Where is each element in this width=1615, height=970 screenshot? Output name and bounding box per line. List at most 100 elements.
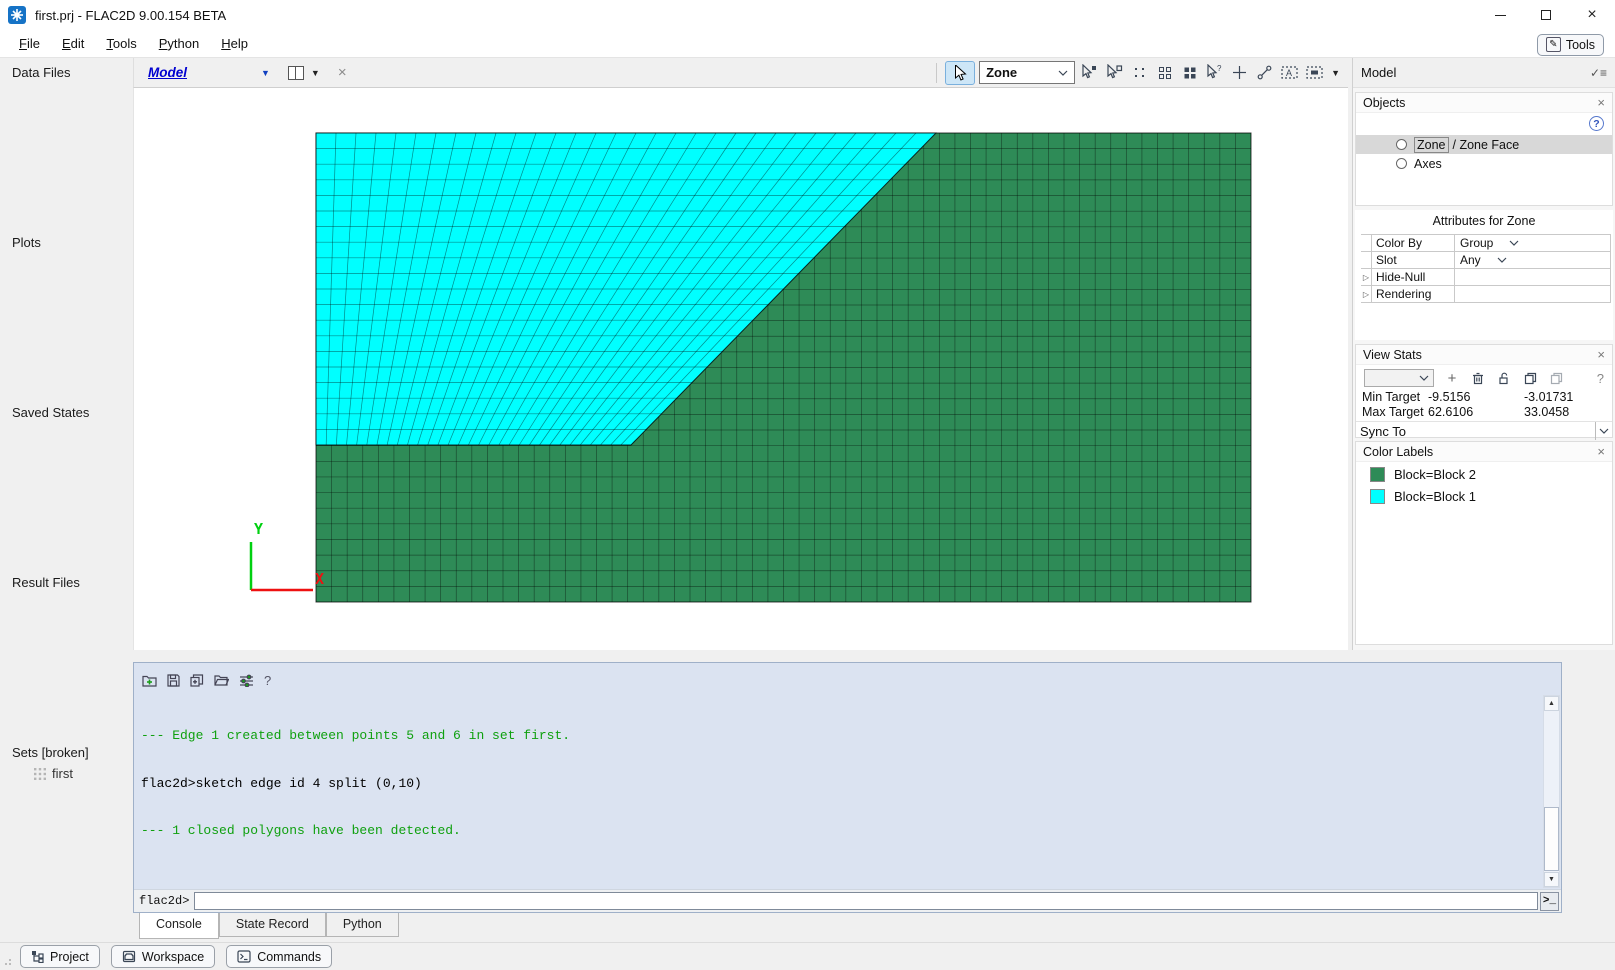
resolution-large-icon[interactable] [1179, 62, 1200, 83]
sidebar-item-plots[interactable]: Plots [12, 235, 41, 250]
pen-icon: ✎ [1546, 37, 1561, 52]
hide-null-value[interactable] [1455, 269, 1611, 285]
project-button[interactable]: Project [20, 945, 100, 968]
object-item-zone[interactable]: Zone / Zone Face [1356, 135, 1612, 154]
sets-item-first[interactable]: first [34, 766, 73, 781]
menu-help[interactable]: Help [214, 32, 255, 55]
checklist-icon[interactable]: ✓≡ [1590, 66, 1607, 80]
model-tab[interactable]: Model [148, 65, 187, 80]
tab-console[interactable]: Console [139, 913, 219, 939]
sidebar-item-saved-states[interactable]: Saved States [12, 405, 89, 420]
select-cursor-button[interactable] [945, 61, 975, 85]
rendering-value[interactable] [1455, 286, 1611, 302]
measure-link-icon[interactable] [1254, 62, 1275, 83]
view-stats-title: View Stats [1363, 348, 1422, 362]
menu-file[interactable]: File [12, 32, 47, 55]
color-labels-section: Color Labels × Block=Block 2 Block=Block… [1355, 441, 1613, 645]
center-view-icon[interactable] [1229, 62, 1250, 83]
view-toolbar: Zone ? A ▼ [936, 61, 1348, 85]
legend-label: Block=Block 2 [1394, 467, 1476, 482]
scrollbar-thumb[interactable] [1544, 807, 1559, 871]
zone-mode-select[interactable]: Zone [979, 61, 1075, 84]
legend-item: Block=Block 1 [1356, 486, 1612, 506]
split-dropdown-icon[interactable]: ▼ [311, 68, 320, 78]
axes-radio[interactable] [1396, 158, 1407, 169]
sidebar-item-result-files[interactable]: Result Files [12, 575, 80, 590]
command-input[interactable] [194, 892, 1538, 910]
model-viewport[interactable]: Y X [133, 88, 1348, 650]
title-bar: first.prj - FLAC2D 9.00.154 BETA × [0, 0, 1615, 30]
split-view-icon[interactable] [288, 66, 304, 80]
copy-add-icon[interactable] [190, 674, 204, 687]
objects-help-icon[interactable]: ? [1589, 116, 1604, 131]
tools-button[interactable]: ✎ Tools [1537, 34, 1604, 56]
toolbar-overflow-icon[interactable]: ▼ [1331, 68, 1340, 78]
tab-list-dropdown-icon[interactable]: ▼ [261, 68, 270, 78]
commands-button[interactable]: Commands [226, 945, 332, 968]
resolution-small-icon[interactable] [1129, 62, 1150, 83]
objects-close-icon[interactable]: × [1597, 95, 1605, 110]
menu-edit[interactable]: Edit [55, 32, 91, 55]
console-line: flac2d>sketch edge id 4 split (0,10) [141, 776, 1537, 792]
close-button[interactable]: × [1569, 0, 1615, 30]
copy-icon[interactable] [1522, 370, 1538, 386]
max-target-value-1: 62.6106 [1428, 405, 1524, 419]
zone-radio[interactable] [1396, 139, 1407, 150]
axes-triad [251, 542, 313, 590]
sync-to-select[interactable] [1595, 422, 1612, 440]
left-sidebar: Data Files Plots Saved States Result Fil… [0, 58, 131, 942]
rendering-expander-icon[interactable]: ▷ [1361, 286, 1371, 302]
menu-python[interactable]: Python [152, 32, 206, 55]
save-icon[interactable] [167, 674, 180, 687]
view-stats-close-icon[interactable]: × [1597, 347, 1605, 362]
close-tab-icon[interactable]: × [338, 64, 347, 81]
tab-state-record[interactable]: State Record [219, 913, 326, 937]
tools-button-label: Tools [1566, 38, 1595, 52]
color-labels-close-icon[interactable]: × [1597, 444, 1605, 459]
y-axis-label: Y [254, 520, 263, 538]
tab-python[interactable]: Python [326, 913, 399, 937]
console-output: --- Edge 1 created between points 5 and … [141, 697, 1537, 862]
slot-select[interactable]: Any [1455, 252, 1611, 268]
minimize-button[interactable] [1477, 0, 1523, 30]
console-help-icon[interactable]: ? [264, 673, 271, 688]
console-line: --- Edge 1 created between points 5 and … [141, 728, 1537, 744]
table-row: Color By Group [1361, 235, 1611, 252]
select-box-icon[interactable] [1104, 62, 1125, 83]
resolution-medium-icon[interactable] [1154, 62, 1175, 83]
select-new-icon[interactable] [1079, 62, 1100, 83]
delete-stat-icon[interactable] [1470, 370, 1486, 386]
workspace-button[interactable]: Workspace [111, 945, 215, 968]
text-annotation-icon[interactable]: A [1279, 62, 1300, 83]
object-item-axes[interactable]: Axes [1356, 154, 1612, 173]
console-scrollbar[interactable]: ▲ ▼ [1543, 695, 1560, 888]
paste-icon[interactable] [1548, 370, 1564, 386]
menu-tools[interactable]: Tools [99, 32, 143, 55]
svg-text:A: A [1286, 68, 1292, 78]
run-command-button[interactable]: >_ [1540, 892, 1559, 911]
open-folder-icon[interactable] [214, 674, 229, 686]
add-stat-icon[interactable]: + [1444, 370, 1460, 386]
settings-sliders-icon[interactable] [239, 674, 254, 687]
new-file-icon[interactable] [142, 674, 157, 687]
hide-null-expander-icon[interactable]: ▷ [1361, 269, 1371, 285]
sidebar-item-data-files[interactable]: Data Files [12, 65, 71, 80]
model-mesh: Y X [134, 88, 1349, 650]
resize-grip[interactable] [4, 956, 14, 966]
attributes-table: Color By Group Slot Any ▷ Hide-Null [1361, 234, 1611, 303]
box-annotation-icon[interactable] [1304, 62, 1325, 83]
block2-swatch [1370, 467, 1385, 482]
color-by-select[interactable]: Group [1455, 235, 1611, 251]
stats-preset-select[interactable] [1364, 369, 1434, 387]
table-row: Slot Any [1361, 252, 1611, 269]
maximize-button[interactable] [1523, 0, 1569, 30]
scroll-down-icon[interactable]: ▼ [1544, 872, 1559, 887]
sidebar-item-sets[interactable]: Sets [broken] [12, 745, 89, 760]
attributes-section: Attributes for Zone Color By Group Slot … [1355, 210, 1613, 340]
max-target-label: Max Target [1362, 405, 1428, 419]
view-stats-help-icon[interactable]: ? [1597, 371, 1604, 386]
prompt-label: flac2d> [136, 894, 192, 908]
scroll-up-icon[interactable]: ▲ [1544, 696, 1559, 711]
unlock-icon[interactable] [1496, 370, 1512, 386]
query-cursor-icon[interactable]: ? [1204, 62, 1225, 83]
